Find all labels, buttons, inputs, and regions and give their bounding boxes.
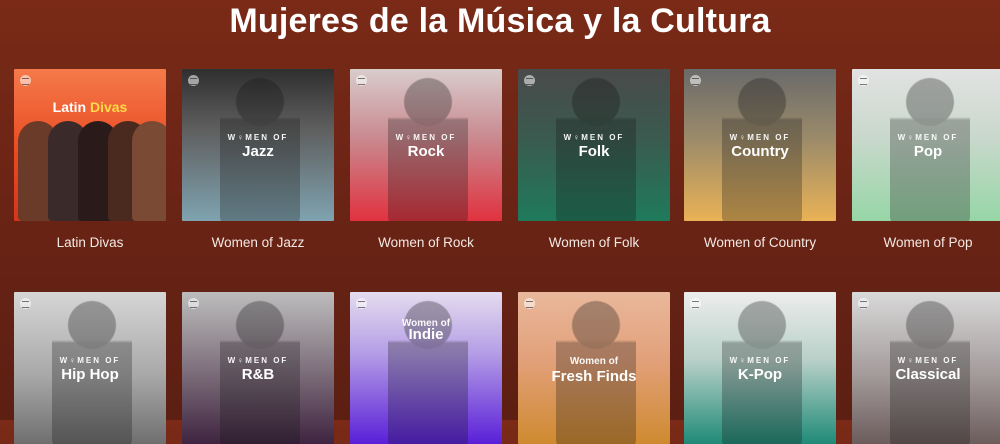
women-of-label: Women of xyxy=(569,356,619,367)
playlist-cover[interactable]: W♀MEN OF Folk xyxy=(518,69,670,221)
women-of-label: W♀MEN OF xyxy=(729,133,791,142)
playlist-cover[interactable]: W♀MEN OF K-Pop xyxy=(684,292,836,444)
playlist-card-women-of-rock[interactable]: W♀MEN OF Rock Women of Rock xyxy=(350,69,502,250)
playlist-card-women-of-rnb[interactable]: W♀MEN OF R&B xyxy=(182,292,334,444)
playlist-caption[interactable]: Latin Divas xyxy=(14,235,166,250)
playlist-card-women-of-pop[interactable]: W♀MEN OF Pop Women of Pop xyxy=(852,69,1000,250)
playlist-cover[interactable]: W♀MEN OF Classical xyxy=(852,292,1000,444)
playlist-cover[interactable]: Women of Fresh Finds xyxy=(518,292,670,444)
playlist-cover[interactable]: W♀MEN OF Country xyxy=(684,69,836,221)
spotify-logo-icon xyxy=(356,298,367,309)
genre-title: Pop xyxy=(913,143,943,160)
women-of-label: W♀MEN OF xyxy=(729,356,791,365)
spotify-logo-icon xyxy=(858,75,869,86)
women-of-label: W♀MEN OF xyxy=(897,133,959,142)
playlist-caption[interactable]: Women of Jazz xyxy=(182,235,334,250)
women-of-label: W♀MEN OF xyxy=(395,133,457,142)
playlist-caption[interactable]: Women of Rock xyxy=(350,235,502,250)
spotify-logo-icon xyxy=(188,298,199,309)
genre-title: Rock xyxy=(407,143,445,160)
spotify-logo-icon xyxy=(690,75,701,86)
playlist-caption[interactable]: Women of Country xyxy=(684,235,836,250)
playlist-cover[interactable]: W♀MEN OF Hip Hop xyxy=(14,292,166,444)
genre-title: Country xyxy=(731,143,789,160)
genre-title: Jazz xyxy=(242,143,274,160)
playlist-cover[interactable]: W♀MEN OF Rock xyxy=(350,69,502,221)
women-of-label: W♀MEN OF xyxy=(563,133,625,142)
spotify-logo-icon xyxy=(858,298,869,309)
playlist-card-women-of-hip-hop[interactable]: W♀MEN OF Hip Hop xyxy=(14,292,166,444)
playlist-cover[interactable]: W♀MEN OF Jazz xyxy=(182,69,334,221)
spotify-logo-icon xyxy=(20,298,31,309)
spotify-logo-icon xyxy=(356,75,367,86)
cover-artists-image xyxy=(14,111,166,221)
playlist-card-women-of-indie[interactable]: Women of Indie xyxy=(350,292,502,444)
women-of-label: W♀MEN OF xyxy=(227,133,289,142)
spotify-logo-icon xyxy=(20,75,31,86)
women-of-label: W♀MEN OF xyxy=(227,356,289,365)
genre-title: R&B xyxy=(241,366,275,383)
playlist-cover[interactable]: Latin Divas xyxy=(14,69,166,221)
spotify-logo-icon xyxy=(524,298,535,309)
genre-title: Hip Hop xyxy=(61,366,119,383)
genre-title: Indie xyxy=(408,326,444,343)
playlist-card-women-of-folk[interactable]: W♀MEN OF Folk Women of Folk xyxy=(518,69,670,250)
genre-title: Folk xyxy=(578,143,610,160)
playlist-cover[interactable]: Women of Indie xyxy=(350,292,502,444)
playlist-card-women-of-fresh-finds[interactable]: Women of Fresh Finds xyxy=(518,292,670,444)
spotify-logo-icon xyxy=(690,298,701,309)
spotify-logo-icon xyxy=(188,75,199,86)
women-of-label: W♀MEN OF xyxy=(897,356,959,365)
playlist-grid: Latin Divas Latin Divas W♀MEN OF Jazz Wo… xyxy=(0,0,1000,444)
genre-title: Fresh Finds xyxy=(551,368,637,385)
playlist-card-latin-divas[interactable]: Latin Divas Latin Divas xyxy=(14,69,166,250)
playlist-card-women-of-classical[interactable]: W♀MEN OF Classical xyxy=(852,292,1000,444)
women-of-label: W♀MEN OF xyxy=(59,356,121,365)
playlist-cover[interactable]: W♀MEN OF Pop xyxy=(852,69,1000,221)
playlist-card-women-of-country[interactable]: W♀MEN OF Country Women of Country xyxy=(684,69,836,250)
playlist-cover[interactable]: W♀MEN OF R&B xyxy=(182,292,334,444)
genre-title: Classical xyxy=(895,366,961,383)
spotify-logo-icon xyxy=(524,75,535,86)
playlist-card-women-of-jazz[interactable]: W♀MEN OF Jazz Women of Jazz xyxy=(182,69,334,250)
playlist-card-women-of-k-pop[interactable]: W♀MEN OF K-Pop xyxy=(684,292,836,444)
genre-title: K-Pop xyxy=(737,366,783,383)
playlist-caption[interactable]: Women of Folk xyxy=(518,235,670,250)
playlist-caption[interactable]: Women of Pop xyxy=(852,235,1000,250)
